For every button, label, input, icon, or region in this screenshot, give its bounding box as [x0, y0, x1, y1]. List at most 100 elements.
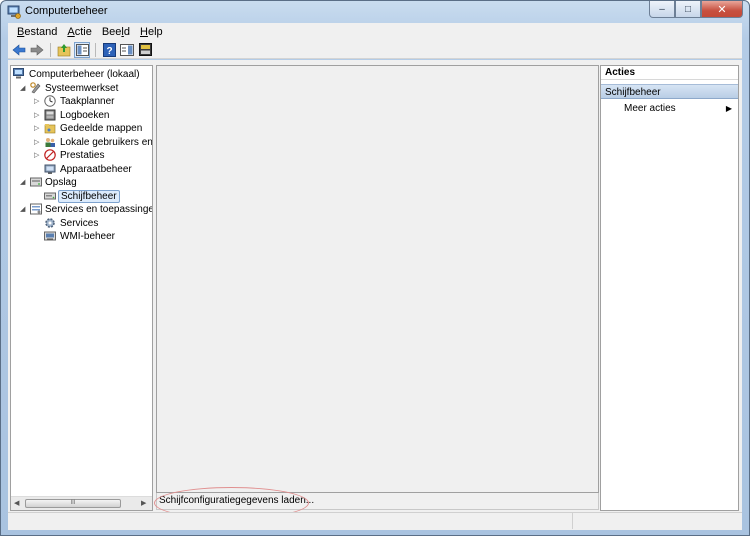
help-button[interactable]: ?	[101, 42, 117, 58]
shared-folder-icon	[44, 124, 56, 134]
menu-bar: Bestand Actie Beeld Help	[8, 23, 742, 41]
tree-item-apparaatbeheer[interactable]: Apparaatbeheer	[11, 163, 152, 177]
actions-pane: Acties Schijfbeheer Meer acties ▶	[600, 65, 739, 511]
tree-item-label: Services en toepassingen	[45, 204, 153, 215]
tree-item-label: Taakplanner	[60, 96, 115, 107]
results-status-text: Schijfconfiguratiegegevens laden...	[156, 493, 599, 510]
menu-beeld-label-start: Bee	[101, 26, 122, 38]
forward-arrow-icon	[30, 43, 44, 56]
title-bar[interactable]: Computerbeheer – □ ✕	[1, 1, 749, 23]
show-hide-console-tree-icon	[75, 43, 89, 56]
tree-item-systeemwerkset[interactable]: ◢ Systeemwerkset	[11, 81, 152, 96]
window-title: Computerbeheer	[25, 5, 108, 17]
tree-item-label: WMI-beheer	[60, 231, 116, 242]
expanded-arrow-icon: ◢	[20, 206, 26, 213]
gear-icon	[45, 217, 55, 228]
status-bar	[8, 512, 742, 530]
tree-item-logboeken[interactable]: ▷ Logboeken	[11, 109, 152, 123]
back-button[interactable]	[11, 42, 27, 58]
toolbar-separator	[50, 42, 51, 57]
results-pane	[156, 65, 599, 493]
tree-item-label: Apparaatbeheer	[60, 163, 132, 175]
scroll-right-arrow-icon[interactable]: ▶	[141, 499, 146, 507]
tree-item-label: Services	[60, 217, 99, 229]
status-bar-cell-main	[8, 513, 573, 529]
wmi-control-icon	[44, 231, 56, 241]
actions-header: Acties	[601, 66, 738, 80]
device-manager-icon	[44, 164, 56, 174]
computer-management-icon	[13, 68, 24, 79]
event-viewer-icon	[44, 109, 56, 120]
tree-item-prestaties[interactable]: ▷ Prestaties	[11, 149, 152, 163]
menu-bestand-label: estand	[24, 26, 58, 38]
tree-item-services-en-toepassingen[interactable]: ◢ Services en toepassingen	[11, 203, 153, 217]
tree-item-schijfbeheer[interactable]: Schijfbeheer	[11, 189, 152, 204]
collapsed-arrow-icon: ▷	[34, 111, 40, 119]
menu-help[interactable]: Help	[135, 26, 168, 38]
properties-button[interactable]	[137, 42, 153, 58]
show-hide-action-pane-icon	[120, 43, 134, 56]
close-button[interactable]: ✕	[701, 1, 743, 18]
services-applications-icon	[30, 203, 42, 215]
tree-item-label: Schijfbeheer	[58, 189, 120, 203]
menu-actie-accel: A	[67, 26, 75, 38]
menu-actie[interactable]: Actie	[62, 26, 96, 38]
forward-button[interactable]	[29, 42, 45, 58]
actions-section-schijfbeheer[interactable]: Schijfbeheer	[601, 84, 738, 99]
collapsed-arrow-icon: ▷	[34, 98, 40, 105]
more-actions-label: Meer acties	[624, 103, 676, 114]
performance-icon	[44, 149, 56, 161]
users-icon	[45, 137, 55, 147]
back-arrow-icon	[12, 43, 26, 56]
menu-beeld-label-end: d	[123, 26, 130, 38]
tree-item-gedeelde-mappen[interactable]: ▷ Gedeelde mappen	[11, 122, 152, 136]
tree-item-opslag[interactable]: ◢ Opslag	[11, 176, 152, 190]
clock-icon	[44, 95, 56, 107]
tree-item-wmi-beheer[interactable]: WMI-beheer	[11, 230, 152, 244]
toolbar: ?	[8, 41, 742, 59]
console-tree-pane[interactable]: Computerbeheer (lokaal) ◢ Systeemwerkset…	[10, 65, 153, 511]
computerbeheer-window: Computerbeheer – □ ✕ Bestand Actie Beeld…	[0, 0, 750, 536]
expanded-arrow-icon: ◢	[20, 84, 26, 92]
collapsed-arrow-icon: ▷	[34, 125, 40, 132]
tree-item-label: Gedeelde mappen	[60, 123, 143, 134]
up-folder-icon	[57, 43, 71, 56]
tree-item-taakplanner[interactable]: ▷ Taakplanner	[11, 95, 152, 109]
collapsed-arrow-icon: ▷	[34, 152, 40, 159]
disk-management-icon	[44, 192, 56, 199]
tree-item-lokale-gebruikers[interactable]: ▷ Lokale gebruikers en gr	[11, 136, 153, 150]
more-actions-item[interactable]: Meer acties ▶	[601, 101, 738, 117]
tree-item-label: Opslag	[45, 177, 77, 188]
menu-help-accel: H	[140, 26, 148, 38]
tree-horizontal-scrollbar[interactable]: ◀ III ▶	[11, 496, 152, 510]
tree-item-label: Logboeken	[60, 109, 110, 121]
tree-item-label: Systeemwerkset	[45, 82, 119, 94]
tree-root[interactable]: Computerbeheer (lokaal)	[11, 68, 152, 82]
show-hide-action-pane-button[interactable]	[119, 42, 135, 58]
storage-icon	[30, 177, 42, 187]
submenu-arrow-icon: ▶	[725, 104, 732, 113]
properties-icon	[138, 43, 152, 56]
svg-text:?: ?	[106, 46, 112, 57]
client-area: Computerbeheer (lokaal) ◢ Systeemwerkset…	[8, 60, 742, 530]
system-tools-icon	[30, 81, 41, 93]
caption-buttons: – □ ✕	[649, 1, 743, 19]
tree-item-label: Prestaties	[60, 150, 105, 161]
scroll-left-arrow-icon[interactable]: ◀	[14, 499, 19, 507]
tree-root-label: Computerbeheer (lokaal)	[29, 69, 140, 80]
toolbar-separator	[95, 42, 96, 57]
minimize-button[interactable]: –	[649, 1, 675, 18]
scroll-thumb[interactable]: III	[25, 499, 121, 508]
status-bar-cell-right	[573, 513, 741, 529]
show-hide-console-tree-button[interactable]	[74, 41, 90, 58]
menu-bestand[interactable]: Bestand	[12, 26, 62, 38]
menu-help-label: elp	[147, 26, 163, 38]
collapsed-arrow-icon: ▷	[34, 138, 40, 146]
tree-item-label: Lokale gebruikers en gr	[60, 136, 153, 148]
up-one-level-button[interactable]	[56, 42, 72, 58]
help-icon: ?	[102, 42, 116, 57]
expanded-arrow-icon: ◢	[20, 179, 26, 186]
maximize-button[interactable]: □	[675, 1, 701, 18]
tree-item-services[interactable]: Services	[11, 217, 152, 231]
menu-beeld[interactable]: Beeld	[97, 26, 135, 38]
